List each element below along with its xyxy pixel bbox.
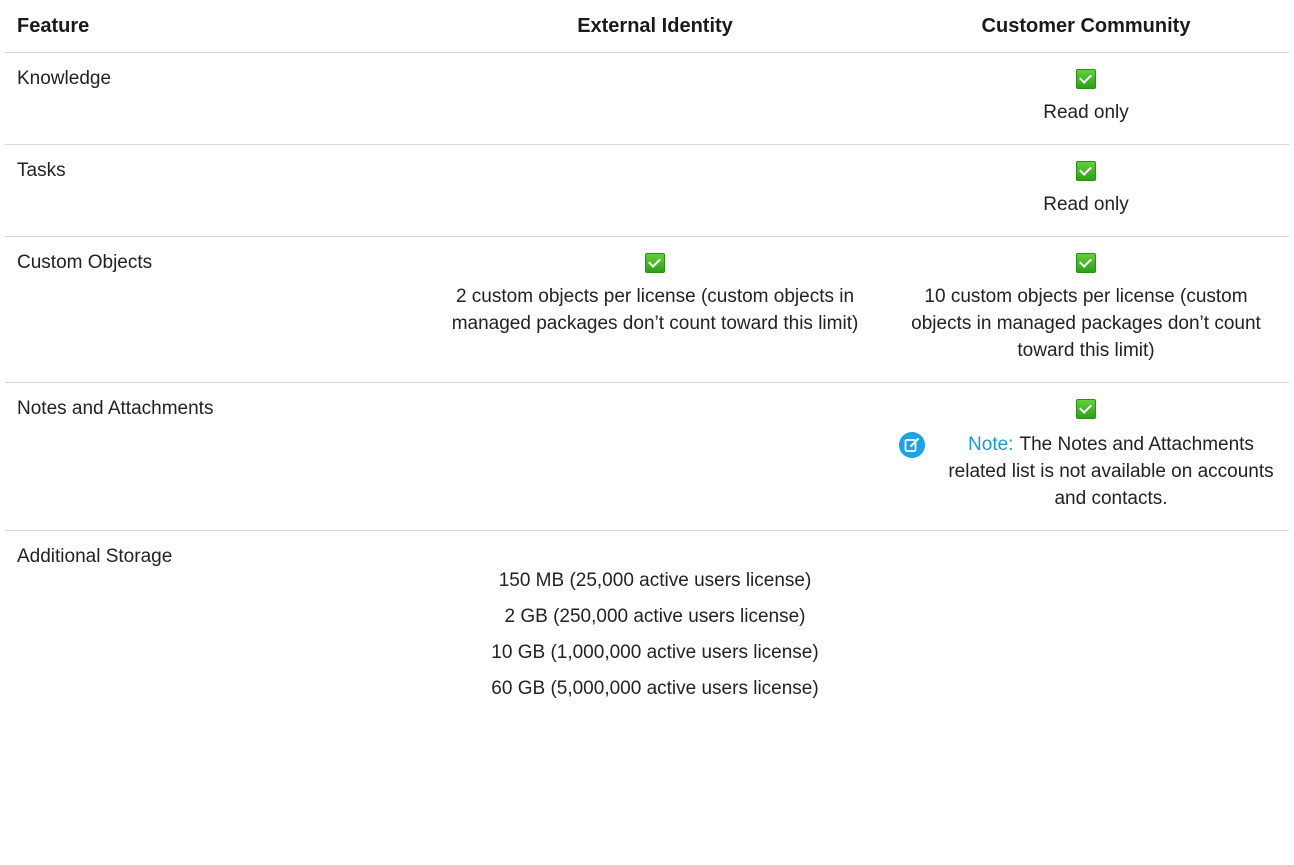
cell-text: Read only: [1043, 194, 1129, 215]
storage-option: 10 GB (1,000,000 active users license): [491, 642, 819, 663]
header-customer-community: Customer Community: [883, 0, 1289, 53]
table-row: Additional Storage 150 MB (25,000 active…: [5, 531, 1289, 726]
checkbox-checked-icon: [1076, 161, 1096, 181]
note-callout: Note: The Notes and Attachments related l…: [893, 431, 1279, 512]
external-identity-cell: [427, 382, 883, 531]
feature-name: Tasks: [5, 144, 427, 237]
checkbox-checked-icon: [1076, 253, 1096, 273]
customer-community-cell: Read only: [883, 144, 1289, 237]
feature-name: Additional Storage: [17, 546, 173, 567]
external-identity-cell: 150 MB (25,000 active users license) 2 G…: [427, 531, 883, 726]
storage-list: 150 MB (25,000 active users license) 2 G…: [437, 543, 873, 707]
customer-community-cell: 10 custom objects per license (custom ob…: [883, 236, 1289, 383]
header-feature: Feature: [5, 0, 427, 53]
license-feature-table-page: Feature External Identity Customer Commu…: [0, 0, 1294, 865]
external-identity-cell: 2 custom objects per license (custom obj…: [427, 236, 883, 383]
feature-name: Notes and Attachments: [5, 382, 427, 531]
table-row: Tasks Read only: [5, 144, 1289, 237]
feature-name: Custom Objects: [5, 236, 427, 383]
storage-option: 60 GB (5,000,000 active users license): [491, 678, 819, 699]
feature-comparison-table: Feature External Identity Customer Commu…: [5, 0, 1289, 725]
external-identity-cell: [427, 52, 883, 145]
external-identity-cell: [427, 144, 883, 237]
table-row: Custom Objects 2 custom objects per lice…: [5, 236, 1289, 383]
checkbox-checked-icon: [1076, 69, 1096, 89]
table-row: Notes and Attachments Note: The Notes and…: [5, 382, 1289, 531]
feature-name: Knowledge: [5, 52, 427, 145]
checkbox-checked-icon: [1076, 399, 1096, 419]
note-label: Note:: [968, 434, 1014, 455]
table-row: Knowledge Read only: [5, 52, 1289, 145]
customer-community-cell: [883, 531, 1289, 726]
storage-option: 2 GB (250,000 active users license): [504, 606, 806, 627]
checkbox-checked-icon: [645, 253, 665, 273]
storage-option: 150 MB (25,000 active users license): [498, 570, 812, 591]
cell-text: 10 custom objects per license (custom ob…: [911, 286, 1261, 361]
customer-community-cell: Read only: [883, 52, 1289, 145]
customer-community-cell: Note: The Notes and Attachments related l…: [883, 382, 1289, 531]
note-edit-icon: [899, 432, 925, 458]
cell-text: 2 custom objects per license (custom obj…: [451, 286, 859, 334]
table-header-row: Feature External Identity Customer Commu…: [5, 0, 1289, 53]
cell-text: Read only: [1043, 102, 1129, 123]
header-external-identity: External Identity: [427, 0, 883, 53]
note-body: Note: The Notes and Attachments related l…: [943, 431, 1279, 512]
